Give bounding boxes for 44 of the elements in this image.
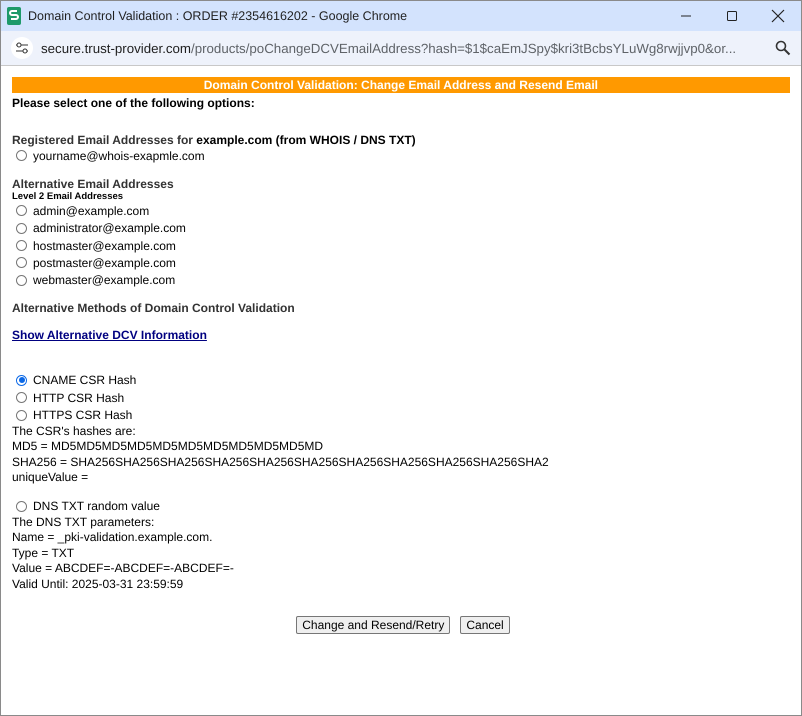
page-banner: Domain Control Validation: Change Email Address and Resend Email <box>12 77 790 93</box>
info-text: MD5 = MD5MD5MD5MD5MD5MD5MD5MD5MD5MD5MD <box>12 439 324 455</box>
option-label: yourname@whois-exapmle.com <box>33 148 205 163</box>
radio-button[interactable] <box>16 500 27 512</box>
radio-button[interactable] <box>16 150 27 162</box>
option-label: HTTPS CSR Hash <box>33 408 132 422</box>
info-text: Type = TXT <box>12 546 76 562</box>
window-title: Domain Control Validation : ORDER #2354616202 - Google Chrome <box>28 9 408 23</box>
radio-button[interactable] <box>16 257 27 268</box>
search-icon[interactable] <box>775 40 791 56</box>
option-label: postmaster@example.com <box>33 256 176 270</box>
close-icon <box>771 9 785 23</box>
option-label: hostmaster@example.com <box>33 238 176 253</box>
cancel-button[interactable]: Cancel <box>460 616 510 634</box>
option-label: webmaster@example.com <box>33 273 176 288</box>
info-text: uniqueValue = <box>12 470 90 486</box>
option-label: administrator@example.com <box>33 221 186 236</box>
resend-button[interactable]: Change and Resend/Retry <box>296 616 450 634</box>
option-label: admin@example.com <box>33 204 150 218</box>
radio-button[interactable] <box>16 222 27 234</box>
radio-button[interactable] <box>16 374 27 386</box>
section-heading: Alternative Email Addresses <box>12 177 175 192</box>
info-text: The DNS TXT parameters: <box>12 514 156 530</box>
info-text: Valid Until: 2025-03-31 23:59:59 <box>12 576 184 592</box>
site-settings-icon[interactable] <box>11 37 33 59</box>
subheading: Level 2 Email Addresses <box>12 191 124 202</box>
maximize-icon <box>726 10 738 22</box>
instruction-text: Please select one of the following options: <box>12 96 256 110</box>
info-text: Name = _pki-validation.example.com. <box>12 530 214 546</box>
radio-button[interactable] <box>16 410 27 421</box>
app-logo-icon <box>7 7 21 25</box>
radio-button[interactable] <box>16 240 27 252</box>
section-heading: Registered Email Addresses for example.com (from WHOIS / DNS TXT) <box>12 133 417 147</box>
info-text: Value = ABCDEF=-ABCDEF=-ABCDEF=- <box>12 561 235 577</box>
show-info-link[interactable]: Show Alternative DCV Information <box>12 328 207 342</box>
radio-button[interactable] <box>16 205 27 216</box>
section-heading: Alternative Methods of Domain Control Validation <box>12 300 296 315</box>
info-text: SHA256 = SHA256SHA256SHA256SHA256SHA256SHA256SHA256SHA256SHA256SHA256SHA2 <box>12 454 550 470</box>
radio-button[interactable] <box>16 274 27 286</box>
radio-button[interactable] <box>16 392 27 404</box>
option-label: HTTP CSR Hash <box>33 390 124 405</box>
option-label: CNAME CSR Hash <box>33 373 136 388</box>
info-text: The CSR's hashes are: <box>12 424 137 440</box>
option-label: DNS TXT random value <box>33 499 160 514</box>
